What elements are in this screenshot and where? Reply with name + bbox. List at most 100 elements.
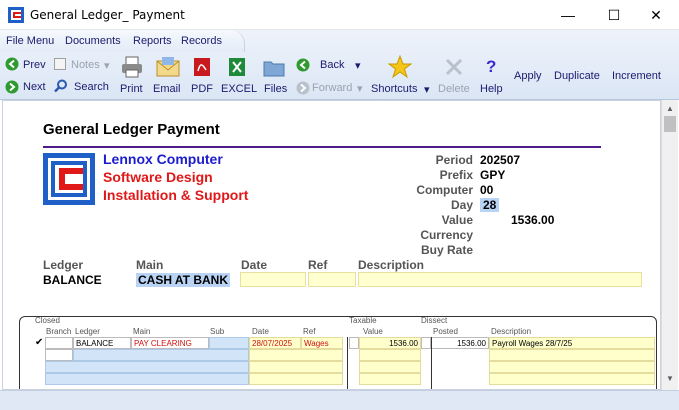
row-date[interactable]: 28/07/2025: [249, 337, 301, 349]
col-sub: Sub: [210, 327, 225, 336]
ref-input[interactable]: [308, 272, 356, 287]
empty-row-date-ref[interactable]: [249, 361, 343, 373]
files-button[interactable]: Files: [264, 83, 287, 95]
back-arrow-icon[interactable]: [296, 58, 310, 75]
duplicate-button[interactable]: Duplicate: [554, 70, 600, 82]
increment-button[interactable]: Increment: [612, 70, 661, 82]
value-label: Value: [441, 213, 473, 227]
forward-dropdown-icon[interactable]: ▾: [357, 82, 363, 95]
ledger-value[interactable]: BALANCE: [43, 273, 102, 287]
search-icon[interactable]: [54, 79, 68, 96]
currency-label: Currency: [420, 228, 473, 242]
shortcuts-button[interactable]: Shortcuts: [371, 83, 417, 95]
period-value[interactable]: 202507: [480, 153, 520, 167]
title-bar: General Ledger_ Payment — ☐ ✕: [0, 0, 679, 30]
help-question-icon[interactable]: ?: [486, 57, 496, 77]
day-field[interactable]: 28: [480, 198, 500, 212]
menu-file[interactable]: File Menu: [6, 35, 54, 47]
empty-row-value[interactable]: [359, 361, 421, 373]
row-main[interactable]: PAY CLEARING: [131, 337, 209, 349]
maximize-button[interactable]: ☐: [591, 0, 637, 30]
day-value[interactable]: 28: [480, 198, 500, 212]
ledger-label: Ledger: [43, 258, 84, 272]
empty-row-date-ref[interactable]: [249, 373, 343, 385]
back-button[interactable]: Back: [320, 59, 344, 71]
help-button[interactable]: Help: [480, 83, 503, 95]
prev-button[interactable]: Prev: [23, 59, 46, 71]
print-button[interactable]: Print: [120, 83, 143, 95]
star-icon[interactable]: [387, 54, 413, 82]
forward-arrow-icon[interactable]: [296, 81, 310, 98]
date-label: Date: [241, 258, 268, 272]
vertical-scrollbar[interactable]: ▲ ▼: [661, 100, 678, 390]
delete-x-icon[interactable]: [444, 57, 464, 80]
notes-dropdown-icon[interactable]: ▾: [104, 59, 110, 72]
empty-row-description[interactable]: [489, 361, 655, 373]
menu-reports[interactable]: Reports: [133, 35, 172, 47]
menu-records[interactable]: Records: [181, 35, 222, 47]
empty-row-value[interactable]: [359, 349, 421, 361]
minimize-button[interactable]: —: [545, 0, 591, 30]
empty-row-account[interactable]: [73, 349, 249, 361]
grid-divider: [347, 337, 348, 389]
date-input[interactable]: [240, 272, 306, 287]
value-amount[interactable]: 1536.00: [511, 213, 554, 227]
row-sub[interactable]: [209, 337, 249, 349]
day-label: Day: [450, 198, 473, 212]
next-button[interactable]: Next: [23, 81, 46, 93]
title-divider: [43, 146, 601, 148]
delete-button[interactable]: Delete: [438, 83, 470, 95]
empty-row-account[interactable]: [45, 373, 249, 385]
printer-icon[interactable]: [120, 55, 144, 82]
email-icon[interactable]: [156, 56, 180, 81]
empty-row-value[interactable]: [359, 373, 421, 385]
row-dissect[interactable]: [421, 337, 431, 349]
forward-button[interactable]: Forward: [312, 82, 352, 94]
prefix-value[interactable]: GPY: [480, 168, 505, 182]
col-posted: Posted: [433, 327, 458, 336]
empty-row-description[interactable]: [489, 349, 655, 361]
row-branch[interactable]: [45, 337, 73, 349]
description-input[interactable]: [358, 272, 642, 287]
scroll-thumb[interactable]: [664, 116, 676, 132]
excel-icon[interactable]: [228, 57, 246, 80]
scroll-down-icon[interactable]: ▼: [666, 374, 674, 383]
row-closed-check-icon[interactable]: ✔: [33, 337, 45, 349]
search-button[interactable]: Search: [74, 81, 109, 93]
empty-row-date-ref[interactable]: [249, 349, 343, 361]
row-ref[interactable]: Wages: [301, 337, 343, 349]
grid-divider: [431, 337, 432, 389]
apply-button[interactable]: Apply: [514, 70, 542, 82]
description-label: Description: [358, 258, 425, 272]
col-main: Main: [133, 327, 151, 336]
folder-icon[interactable]: [263, 58, 285, 81]
row-ledger[interactable]: BALANCE: [73, 337, 131, 349]
computer-value[interactable]: 00: [480, 183, 493, 197]
page-title: General Ledger Payment: [43, 121, 220, 138]
empty-row-account[interactable]: [45, 361, 249, 373]
back-dropdown-icon[interactable]: ▾: [355, 59, 361, 72]
row-description[interactable]: Payroll Wages 28/7/25: [489, 337, 655, 349]
empty-row-branch[interactable]: [45, 349, 73, 361]
shortcuts-dropdown-icon[interactable]: ▾: [424, 83, 430, 96]
email-button[interactable]: Email: [153, 83, 181, 95]
window-title: General Ledger_ Payment: [30, 8, 185, 22]
excel-button[interactable]: EXCEL: [221, 83, 257, 95]
main-field[interactable]: CASH AT BANK: [136, 273, 230, 287]
close-button[interactable]: ✕: [633, 0, 679, 30]
row-taxable[interactable]: [349, 337, 359, 349]
next-arrow-icon[interactable]: [5, 80, 19, 97]
notes-button[interactable]: Notes: [71, 59, 100, 71]
row-posted: 1536.00: [431, 337, 489, 349]
row-value[interactable]: 1536.00: [359, 337, 421, 349]
notes-checkbox-icon[interactable]: [54, 58, 66, 73]
period-label: Period: [435, 153, 473, 167]
menu-documents[interactable]: Documents: [65, 35, 121, 47]
empty-row-description[interactable]: [489, 373, 655, 385]
col-value: Value: [363, 327, 383, 336]
prev-arrow-icon[interactable]: [5, 57, 19, 74]
scroll-up-icon[interactable]: ▲: [666, 104, 674, 113]
pdf-icon[interactable]: [193, 57, 211, 80]
main-value[interactable]: CASH AT BANK: [136, 273, 230, 287]
pdf-button[interactable]: PDF: [191, 83, 213, 95]
